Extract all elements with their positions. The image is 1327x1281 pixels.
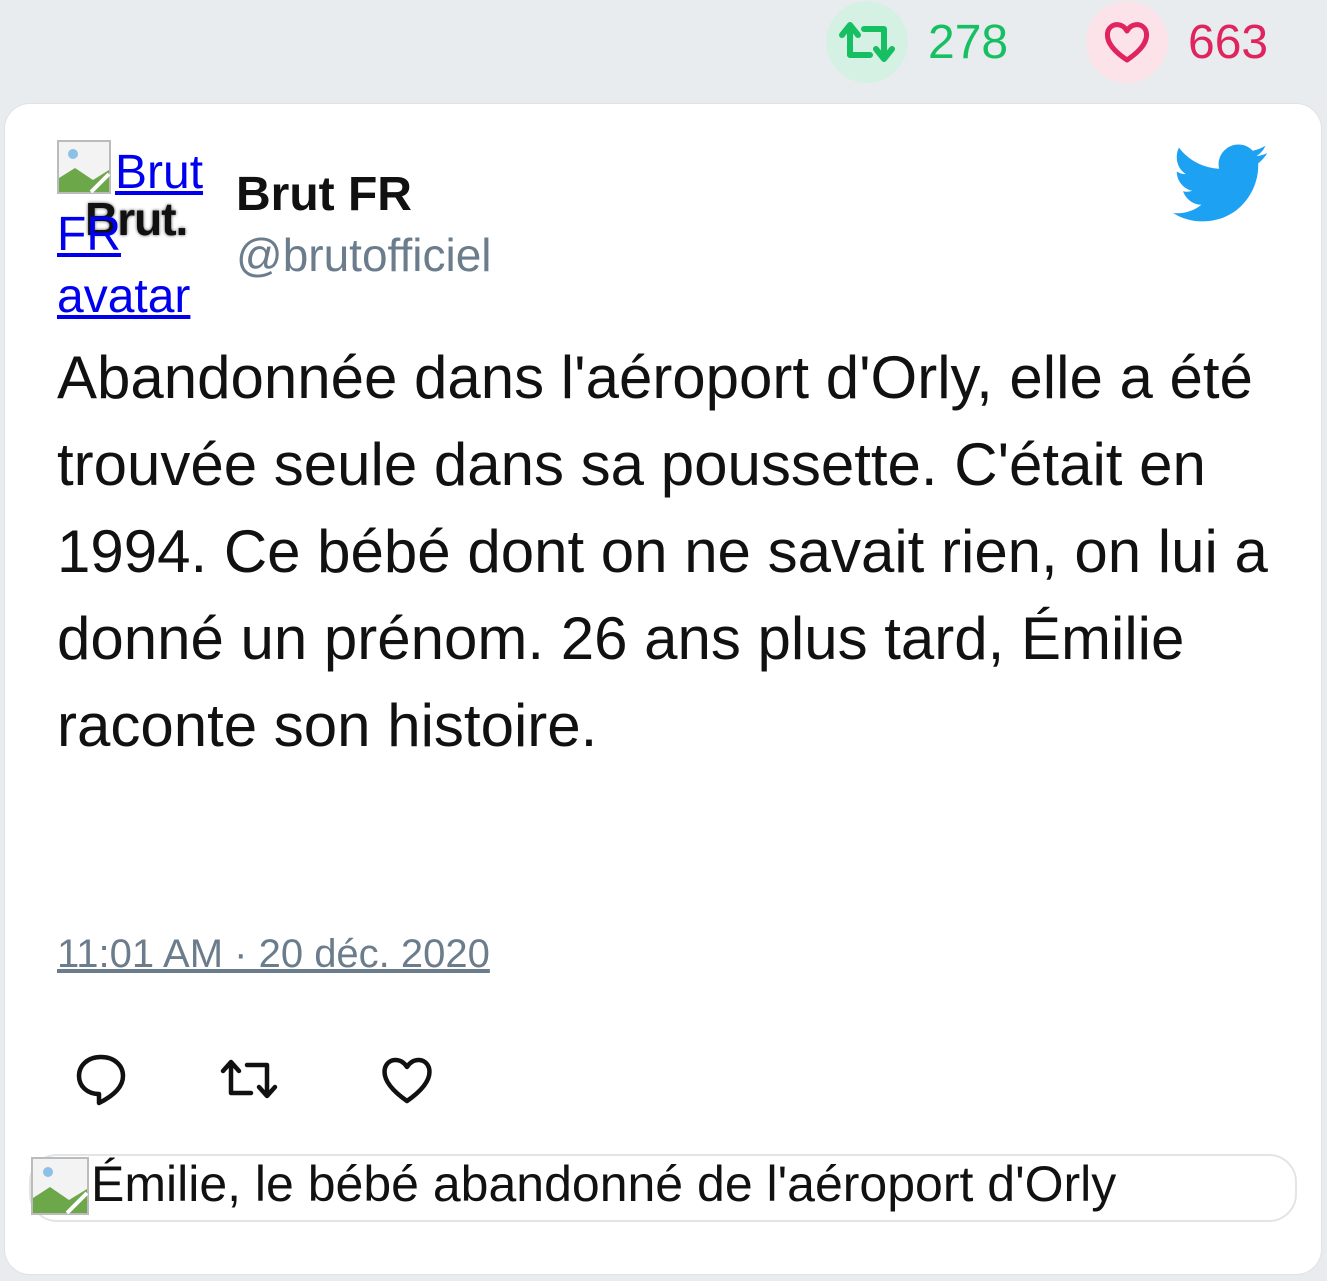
like-stat[interactable]: 663 — [1086, 0, 1268, 84]
retweet-count: 278 — [928, 15, 1009, 69]
like-count: 663 — [1188, 15, 1269, 69]
author-handle[interactable]: @brutofficiel — [236, 228, 492, 282]
twitter-bird-icon[interactable] — [1171, 144, 1271, 230]
heart-icon[interactable] — [377, 1049, 437, 1109]
heart-icon[interactable] — [1086, 1, 1168, 83]
author-avatar-link[interactable]: Brut. Brut FR avatar — [57, 140, 227, 323]
tweet-text: Abandonnée dans l'aéroport d'Orly, elle … — [57, 344, 1268, 759]
broken-image-icon — [31, 1157, 89, 1215]
media-alt-text: Émilie, le bébé abandonné de l'aéroport … — [91, 1156, 1117, 1212]
avatar-alt-text[interactable]: Brut FR avatar — [57, 142, 227, 328]
top-stats-bar: 278 663 — [0, 0, 1327, 86]
media-card[interactable]: Émilie, le bébé abandonné de l'aéroport … — [29, 1154, 1297, 1222]
retweet-icon[interactable] — [219, 1049, 279, 1109]
retweet-icon[interactable] — [826, 1, 908, 83]
author-name[interactable]: Brut FR — [236, 167, 412, 222]
reply-icon[interactable] — [71, 1049, 131, 1109]
tweet-card: Brut. Brut FR avatar Brut FR @brutoffici… — [4, 103, 1322, 1275]
retweet-stat[interactable]: 278 — [826, 0, 1008, 84]
tweet-timestamp[interactable]: 11:01 AM · 20 déc. 2020 — [57, 932, 490, 977]
